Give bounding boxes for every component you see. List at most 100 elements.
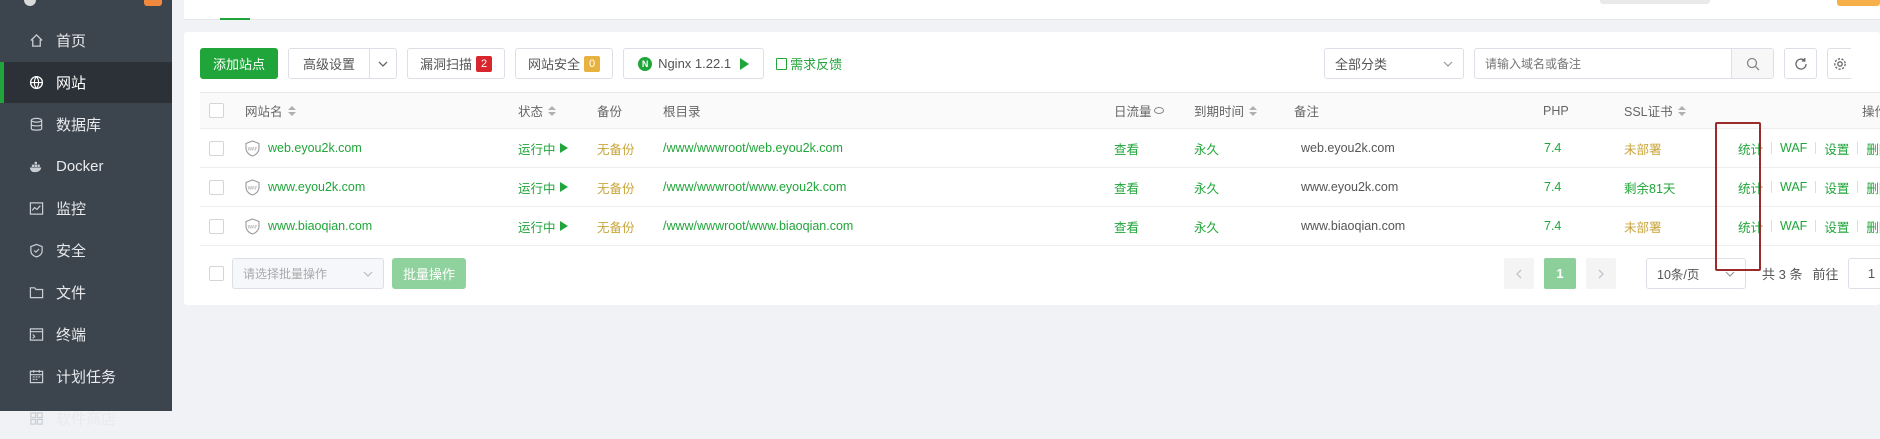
site-security-button[interactable]: 网站安全 0 <box>515 48 614 79</box>
current-page[interactable]: 1 <box>1544 258 1576 289</box>
php-version-text: 7.4 <box>1544 141 1562 155</box>
sidebar-item-cron[interactable]: 计划任务 <box>0 356 172 397</box>
backup-link[interactable]: 无备份 <box>597 168 635 206</box>
root-dir-link[interactable]: /www/wwwroot/www.eyou2k.com <box>663 168 846 206</box>
backup-link[interactable]: 无备份 <box>597 129 635 167</box>
php-version-link[interactable]: 7.4 <box>1544 129 1561 167</box>
per-page-select[interactable]: 10条/页 <box>1646 258 1746 289</box>
traffic-view-text: 查看 <box>1114 220 1140 235</box>
site-name-link[interactable]: WAF www.eyou2k.com <box>245 168 365 206</box>
traffic-view-link[interactable]: 查看 <box>1114 168 1139 206</box>
stats-link[interactable]: 统计 <box>1738 217 1763 236</box>
php-version-link[interactable]: 7.4 <box>1544 168 1561 206</box>
sidebar-item-monitor[interactable]: 监控 <box>0 188 172 229</box>
ssl-status-link[interactable]: 未部署 <box>1624 129 1662 167</box>
site-name-link[interactable]: WAF web.eyou2k.com <box>245 129 362 167</box>
chevron-down-icon <box>1443 61 1453 67</box>
notification-badge[interactable] <box>144 0 162 6</box>
expire-link[interactable]: 永久 <box>1194 129 1219 167</box>
settings-button[interactable] <box>1827 48 1851 79</box>
settings-link[interactable]: 设置 <box>1824 178 1849 197</box>
traffic-view-link[interactable]: 查看 <box>1114 207 1139 245</box>
status-toggle[interactable]: 运行中 <box>518 129 568 167</box>
sidebar-item-store[interactable]: 软件商店 <box>0 398 172 439</box>
site-name: web.eyou2k.com <box>268 141 362 155</box>
expire-link[interactable]: 永久 <box>1194 207 1219 245</box>
search-button[interactable] <box>1731 49 1773 78</box>
stats-link[interactable]: 统计 <box>1738 139 1763 158</box>
header-name-label: 网站名 <box>245 105 283 119</box>
goto-page-input[interactable]: 1 <box>1848 258 1880 289</box>
topbar-control-accent[interactable] <box>1837 0 1880 6</box>
sidebar-item-docker[interactable]: Docker <box>0 146 172 187</box>
topbar-control[interactable] <box>1600 0 1710 4</box>
next-page-button[interactable] <box>1586 258 1616 289</box>
shield-icon <box>28 243 44 259</box>
header-name[interactable]: 网站名 <box>245 93 296 128</box>
ssl-status-link[interactable]: 未部署 <box>1624 207 1662 245</box>
row-checkbox[interactable] <box>209 129 224 167</box>
row-checkbox[interactable] <box>209 207 224 245</box>
advanced-settings-button[interactable]: 高级设置 <box>288 48 398 79</box>
select-all-checkbox[interactable] <box>209 93 224 128</box>
prev-page-button[interactable] <box>1504 258 1534 289</box>
sidebar-item-database[interactable]: 数据库 <box>0 104 172 145</box>
header-ssl[interactable]: SSL证书 <box>1624 93 1686 128</box>
header-traffic[interactable]: 日流量 <box>1114 93 1164 128</box>
root-dir-link[interactable]: /www/wwwroot/web.eyou2k.com <box>663 129 843 167</box>
remark-field[interactable]: web.eyou2k.com <box>1301 129 1395 167</box>
header-traffic-label: 日流量 <box>1114 105 1152 119</box>
remark-text: web.eyou2k.com <box>1301 141 1395 155</box>
vuln-count-badge: 2 <box>476 55 493 72</box>
backup-link[interactable]: 无备份 <box>597 207 635 245</box>
batch-operation-placeholder: 请选择批量操作 <box>243 267 328 281</box>
batch-operation-select[interactable]: 请选择批量操作 <box>232 258 384 289</box>
site-name-link[interactable]: WAF www.biaoqian.com <box>245 207 372 245</box>
feedback-link[interactable]: 需求反馈 <box>776 54 842 73</box>
row-checkbox[interactable] <box>209 168 224 206</box>
total-count: 共 3 条 <box>1762 267 1803 282</box>
header-status[interactable]: 状态 <box>518 93 557 128</box>
ssl-status-text: 未部署 <box>1624 142 1662 157</box>
sidebar-item-website[interactable]: 网站 <box>0 62 172 103</box>
settings-link[interactable]: 设置 <box>1824 217 1849 236</box>
nginx-button[interactable]: N Nginx 1.22.1 <box>623 48 765 79</box>
delete-link[interactable]: 删除 <box>1866 217 1880 236</box>
root-dir-link[interactable]: /www/wwwroot/www.biaoqian.com <box>663 207 853 245</box>
refresh-button[interactable] <box>1784 48 1817 79</box>
sidebar-item-security[interactable]: 安全 <box>0 230 172 271</box>
expire-link[interactable]: 永久 <box>1194 168 1219 206</box>
add-site-button[interactable]: 添加站点 <box>200 48 279 79</box>
sidebar-item-home[interactable]: 首页 <box>0 20 172 61</box>
header-root: 根目录 <box>663 93 701 128</box>
waf-link[interactable]: WAF <box>1780 141 1807 155</box>
settings-link[interactable]: 设置 <box>1824 139 1849 158</box>
header-expire[interactable]: 到期时间 <box>1194 93 1258 128</box>
feedback-icon <box>776 57 788 70</box>
delete-link[interactable]: 删除 <box>1866 139 1880 158</box>
remark-field[interactable]: www.biaoqian.com <box>1301 207 1405 245</box>
chevron-down-icon[interactable] <box>370 49 396 78</box>
status-toggle[interactable]: 运行中 <box>518 168 568 206</box>
stats-link[interactable]: 统计 <box>1738 178 1763 197</box>
search-input[interactable] <box>1475 49 1731 78</box>
vuln-scan-button[interactable]: 漏洞扫描 2 <box>407 48 506 79</box>
status-toggle[interactable]: 运行中 <box>518 207 568 245</box>
batch-operation-button[interactable]: 批量操作 <box>392 258 466 289</box>
remark-field[interactable]: www.eyou2k.com <box>1301 168 1398 206</box>
php-version-link[interactable]: 7.4 <box>1544 207 1561 245</box>
site-name: www.eyou2k.com <box>268 180 366 194</box>
advanced-settings-label[interactable]: 高级设置 <box>289 49 371 78</box>
expire-text: 永久 <box>1194 220 1220 235</box>
delete-link[interactable]: 删除 <box>1866 178 1880 197</box>
sidebar-item-terminal[interactable]: 终端 <box>0 314 172 355</box>
footer-select-all-checkbox[interactable] <box>209 266 224 281</box>
sidebar-item-files[interactable]: 文件 <box>0 272 172 313</box>
waf-link[interactable]: WAF <box>1780 219 1807 233</box>
category-select[interactable]: 全部分类 <box>1324 48 1464 79</box>
ssl-status-link[interactable]: 剩余81天 <box>1624 168 1675 206</box>
svg-text:WAF: WAF <box>248 146 258 152</box>
waf-link[interactable]: WAF <box>1780 180 1807 194</box>
eye-icon[interactable] <box>1153 107 1164 114</box>
traffic-view-link[interactable]: 查看 <box>1114 129 1139 167</box>
